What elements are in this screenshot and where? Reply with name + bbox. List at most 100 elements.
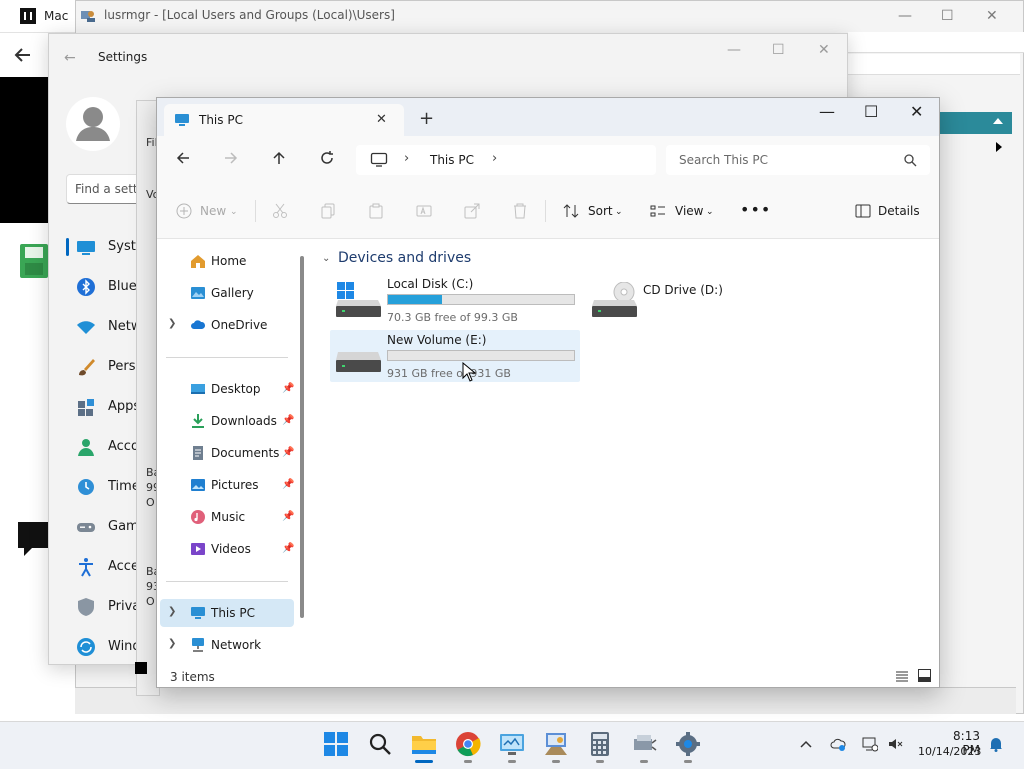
avatar[interactable] [66, 97, 120, 151]
view-icon[interactable] [650, 203, 666, 219]
network-tool-icon[interactable] [631, 731, 657, 757]
drive-local-disk-c[interactable]: Local Disk (C:) 70.3 GB free of 99.3 GB [330, 274, 580, 326]
address-bar[interactable] [356, 145, 656, 175]
pin-icon[interactable]: 📌 [282, 447, 294, 458]
drive-name: New Volume (E:) [387, 333, 487, 347]
back-button[interactable] [175, 150, 191, 166]
settings-gear-icon[interactable] [675, 731, 701, 757]
this-pc-icon [370, 152, 388, 168]
share-icon[interactable] [464, 203, 480, 219]
control-panel-icon[interactable] [499, 731, 525, 757]
settings-close-button[interactable]: ✕ [818, 42, 830, 58]
show-hidden-icons-chevron-icon[interactable] [798, 736, 814, 752]
network-status-icon[interactable] [862, 736, 878, 752]
calculator-icon[interactable] [587, 731, 613, 757]
notification-bell-icon[interactable] [988, 736, 1004, 752]
nav-this-pc[interactable]: ❯ This PC [160, 599, 294, 627]
nav-home[interactable]: Home [160, 247, 294, 275]
app-indicator [464, 760, 472, 763]
tab-close-icon[interactable]: ✕ [376, 112, 387, 127]
settings-minimize-button[interactable]: — [727, 42, 741, 58]
pin-icon[interactable]: 📌 [282, 543, 294, 554]
nav-network[interactable]: ❯ Network [160, 631, 294, 659]
search-icon[interactable] [367, 731, 393, 757]
sort-button[interactable]: Sort [588, 204, 613, 218]
refresh-button[interactable] [319, 150, 335, 166]
pin-icon[interactable]: 📌 [282, 511, 294, 522]
copy-icon[interactable] [320, 203, 336, 219]
file-explorer-icon[interactable] [411, 731, 437, 757]
nav-desktop[interactable]: Desktop 📌 [160, 375, 294, 403]
details-button[interactable]: Details [878, 204, 920, 218]
clock-date[interactable]: 10/14/2023 [918, 745, 981, 758]
explorer-maximize-button[interactable]: ☐ [864, 102, 878, 121]
brush-icon [76, 357, 96, 377]
breadcrumb-chevron-icon[interactable]: › [404, 151, 409, 166]
new-button[interactable]: New [200, 204, 226, 218]
volume-muted-icon[interactable] [888, 736, 904, 752]
nav-gallery[interactable]: Gallery [160, 279, 294, 307]
lusrmgr-minimize-button[interactable]: — [898, 8, 912, 24]
tiles-view-icon[interactable] [918, 669, 931, 682]
expand-arrow-icon[interactable] [996, 142, 1002, 152]
details-view-icon[interactable] [896, 670, 908, 682]
view-button[interactable]: View [675, 204, 703, 218]
accounts-icon [76, 437, 96, 457]
chrome-icon[interactable] [455, 731, 481, 757]
chevron-right-icon[interactable]: ❯ [168, 606, 176, 617]
monitor-icon [190, 605, 206, 621]
drive-usage-fill [388, 295, 443, 304]
nav-music[interactable]: Music 📌 [160, 503, 294, 531]
breadcrumb[interactable]: This PC [430, 153, 474, 167]
drive-new-volume-e[interactable]: New Volume (E:) 931 GB free of 931 GB [330, 330, 580, 382]
more-options-icon[interactable]: ••• [740, 200, 771, 219]
group-header[interactable]: Devices and drives [338, 250, 471, 266]
navigation-scrollbar[interactable] [300, 256, 304, 618]
paste-icon[interactable] [368, 203, 384, 219]
nav-downloads[interactable]: Downloads 📌 [160, 407, 294, 435]
chevron-right-icon[interactable]: ❯ [168, 638, 176, 649]
details-pane-icon[interactable] [855, 203, 871, 219]
nav-documents[interactable]: Documents 📌 [160, 439, 294, 467]
lusrmgr-close-button[interactable]: ✕ [986, 8, 998, 24]
app-indicator [684, 760, 692, 763]
new-plus-icon[interactable] [176, 203, 192, 219]
app-indicator [552, 760, 560, 763]
group-collapse-chevron-icon[interactable]: ⌄ [322, 253, 330, 264]
drive-cd-d[interactable]: CD Drive (D:) [586, 274, 736, 326]
cloud-sync-icon[interactable] [830, 736, 846, 752]
delete-icon[interactable] [512, 203, 528, 219]
search-icon[interactable] [903, 153, 917, 167]
new-tab-button[interactable]: + [419, 108, 434, 129]
pin-icon[interactable]: 📌 [282, 479, 294, 490]
remote-desktop-icon[interactable] [543, 731, 569, 757]
breadcrumb-chevron-icon[interactable]: › [492, 151, 497, 166]
nav-onedrive[interactable]: ❯ OneDrive [160, 311, 294, 339]
black-square [135, 662, 147, 674]
nav-label: Apps [108, 399, 138, 414]
drive-name: Local Disk (C:) [387, 277, 474, 291]
mac-window-title: Mac [44, 9, 69, 23]
explorer-close-button[interactable]: ✕ [910, 102, 923, 121]
nav-pictures[interactable]: Pictures 📌 [160, 471, 294, 499]
collapse-arrow-icon[interactable] [993, 118, 1003, 124]
rename-icon[interactable] [416, 203, 432, 219]
update-icon [76, 637, 96, 657]
sort-icon[interactable] [563, 203, 579, 219]
lusrmgr-toolbar [848, 54, 1020, 75]
forward-button[interactable] [223, 150, 239, 166]
up-button[interactable] [271, 150, 287, 166]
lusrmgr-maximize-button[interactable]: ☐ [941, 8, 954, 24]
explorer-minimize-button[interactable]: — [819, 102, 835, 121]
pin-icon[interactable]: 📌 [282, 415, 294, 426]
settings-maximize-button[interactable]: ☐ [772, 42, 785, 58]
lusrmgr-statusbar [75, 687, 1016, 714]
pin-icon[interactable]: 📌 [282, 383, 294, 394]
settings-back-button[interactable]: ← [64, 50, 76, 66]
cut-icon[interactable] [272, 203, 288, 219]
nav-videos[interactable]: Videos 📌 [160, 535, 294, 563]
back-arrow-icon[interactable] [12, 44, 34, 66]
start-icon[interactable] [323, 731, 349, 757]
nav-label: Videos [211, 542, 251, 556]
chevron-right-icon[interactable]: ❯ [168, 318, 176, 329]
